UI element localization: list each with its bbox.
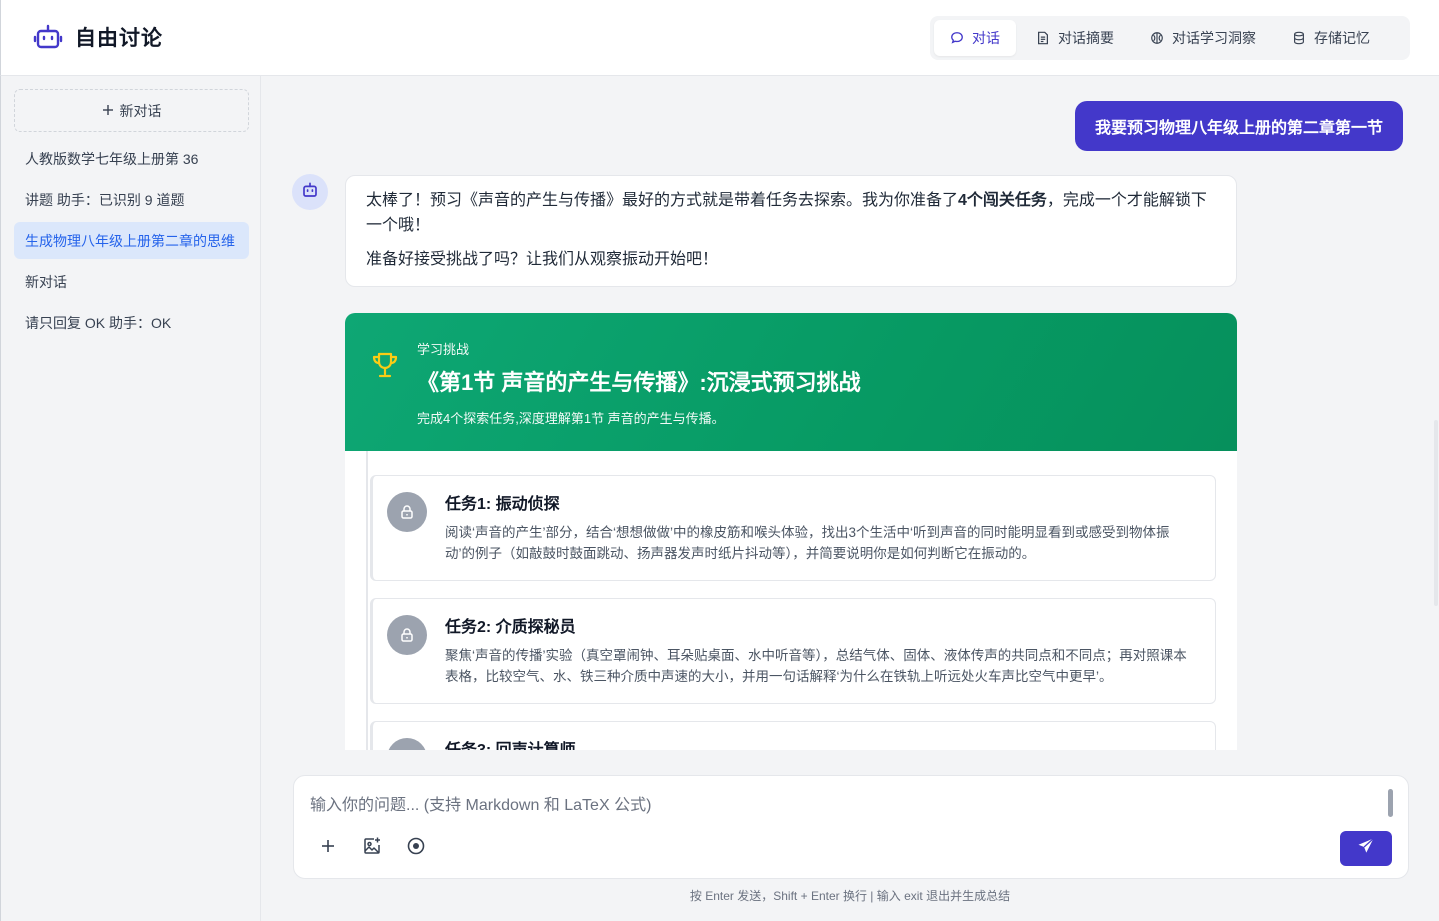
tab-chat[interactable]: 对话 bbox=[934, 20, 1016, 56]
task-item[interactable]: 任务1: 振动侦探 阅读‘声音的产生’部分，结合‘想想做做’中的橡皮筋和喉头体验… bbox=[370, 475, 1216, 581]
task-title: 任务2: 介质探秘员 bbox=[445, 619, 576, 636]
new-chat-button[interactable]: 新对话 bbox=[14, 89, 249, 132]
send-button[interactable] bbox=[1340, 831, 1392, 866]
brand: 自由讨论 bbox=[33, 22, 163, 52]
input-scrollbar[interactable] bbox=[1388, 789, 1393, 817]
conversation-item-active[interactable]: 生成物理八年级上册第二章的思维 bbox=[14, 222, 249, 259]
bot-avatar bbox=[292, 174, 328, 210]
lock-icon bbox=[387, 615, 427, 655]
user-message: 我要预习物理八年级上册的第二章第一节 bbox=[1074, 101, 1403, 151]
upload-image-button[interactable] bbox=[360, 836, 384, 860]
lock-icon bbox=[387, 492, 427, 532]
tab-summary[interactable]: 对话摘要 bbox=[1020, 20, 1130, 56]
send-icon bbox=[1357, 837, 1375, 860]
bold-text: 4个闯关任务 bbox=[958, 192, 1047, 209]
conversation-item[interactable]: 新对话 bbox=[14, 263, 249, 300]
view-tabs: 对话 对话摘要 对话学习洞察 存储记忆 bbox=[930, 16, 1410, 60]
task-item[interactable]: 任务3: 回声计算师 bbox=[370, 721, 1216, 750]
message-composer bbox=[293, 775, 1409, 879]
tab-insights[interactable]: 对话学习洞察 bbox=[1134, 20, 1272, 56]
task-description: 聚焦‘声音的传播’实验（真空罩闹钟、耳朵贴桌面、水中听音等），总结气体、固体、液… bbox=[445, 648, 1187, 684]
record-button[interactable] bbox=[404, 836, 428, 860]
message-input[interactable] bbox=[310, 792, 1370, 820]
challenge-title: 《第1节 声音的产生与传播》:沉浸式预习挑战 bbox=[417, 370, 861, 395]
challenge-header: 学习挑战 《第1节 声音的产生与传播》:沉浸式预习挑战 完成4个探索任务,深度理… bbox=[345, 313, 1237, 451]
document-icon bbox=[1036, 31, 1050, 45]
task-title: 任务3: 回声计算师 bbox=[445, 740, 1191, 750]
app-title: 自由讨论 bbox=[75, 27, 163, 50]
page-scrollbar[interactable] bbox=[1434, 420, 1438, 606]
sidebar: 新对话 人教版数学七年级上册第 36 讲题 助手：已识别 9 道题 生成物理八年… bbox=[0, 76, 261, 921]
text-span: 太棒了！预习《声音的产生与传播》最好的方式就是带着任务去探索。我为你准备了 bbox=[366, 192, 959, 209]
robot-icon bbox=[301, 181, 319, 204]
tab-memory[interactable]: 存储记忆 bbox=[1276, 20, 1386, 56]
plus-icon bbox=[320, 838, 336, 859]
task-title: 任务1: 振动侦探 bbox=[445, 496, 560, 513]
image-plus-icon bbox=[362, 836, 382, 861]
record-icon bbox=[407, 837, 425, 860]
tab-label: 对话 bbox=[972, 30, 1000, 46]
chat-bubble-icon bbox=[950, 31, 964, 45]
task-list: 任务1: 振动侦探 阅读‘声音的产生’部分，结合‘想想做做’中的橡皮筋和喉头体验… bbox=[366, 451, 1216, 750]
add-attachment-button[interactable] bbox=[316, 836, 340, 860]
lock-icon bbox=[387, 738, 427, 750]
assistant-paragraph: 准备好接受挑战了吗？让我们从观察振动开始吧！ bbox=[366, 251, 719, 268]
conversation-item[interactable]: 请只回复 OK 助手：OK bbox=[14, 304, 249, 341]
brain-icon bbox=[1150, 31, 1164, 45]
robot-icon bbox=[33, 22, 63, 52]
conversation-item[interactable]: 人教版数学七年级上册第 36 bbox=[14, 140, 249, 177]
tab-label: 存储记忆 bbox=[1314, 30, 1370, 46]
new-chat-label: 新对话 bbox=[119, 102, 162, 119]
trophy-icon bbox=[369, 349, 401, 386]
task-description: 阅读‘声音的产生’部分，结合‘想想做做’中的橡皮筋和喉头体验，找出3个生活中‘听… bbox=[445, 525, 1170, 561]
tab-label: 对话学习洞察 bbox=[1172, 30, 1256, 46]
conversation-item[interactable]: 讲题 助手：已识别 9 道题 bbox=[14, 181, 249, 218]
challenge-subtitle: 完成4个探索任务,深度理解第1节 声音的产生与传播。 bbox=[417, 411, 725, 426]
challenge-card: 学习挑战 《第1节 声音的产生与传播》:沉浸式预习挑战 完成4个探索任务,深度理… bbox=[345, 313, 1237, 750]
assistant-message: 太棒了！预习《声音的产生与传播》最好的方式就是带着任务去探索。我为你准备了4个闯… bbox=[345, 175, 1237, 287]
plus-icon bbox=[102, 103, 114, 119]
task-item[interactable]: 任务2: 介质探秘员 聚焦‘声音的传播’实验（真空罩闹钟、耳朵贴桌面、水中听音等… bbox=[370, 598, 1216, 704]
input-hint: 按 Enter 发送，Shift + Enter 换行 | 输入 exit 退出… bbox=[689, 889, 1011, 903]
challenge-kicker: 学习挑战 bbox=[417, 342, 470, 357]
top-header: 自由讨论 对话 对话摘要 对话学习洞察 存储记忆 bbox=[0, 0, 1439, 76]
chat-area: 我要预习物理八年级上册的第二章第一节 太棒了！预习《声音的产生与传播》最好的方式… bbox=[261, 76, 1439, 750]
conversation-list: 人教版数学七年级上册第 36 讲题 助手：已识别 9 道题 生成物理八年级上册第… bbox=[14, 140, 249, 345]
tab-label: 对话摘要 bbox=[1058, 30, 1114, 46]
database-icon bbox=[1292, 31, 1306, 45]
assistant-paragraph: 太棒了！预习《声音的产生与传播》最好的方式就是带着任务去探索。我为你准备了4个闯… bbox=[366, 188, 1216, 238]
